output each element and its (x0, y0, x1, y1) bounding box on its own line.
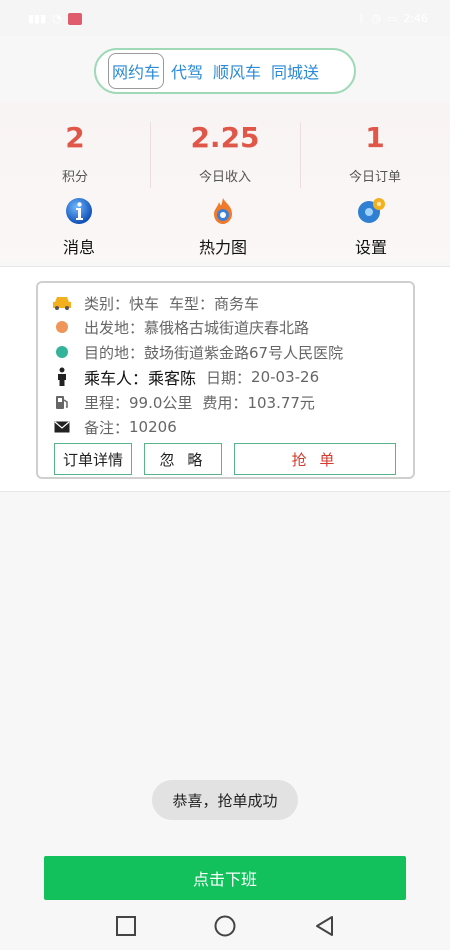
service-type-switcher: 网约车 代驾 顺风车 同城送 (94, 48, 356, 94)
stat-income: 2.25 今日收入 (150, 116, 300, 185)
back-icon[interactable] (313, 914, 337, 938)
order-category-row: 类别： 快车 车型： 商务车 (52, 291, 259, 315)
stat-income-value: 2.25 (190, 121, 260, 154)
bluetooth-icon: ᛒ (358, 12, 366, 25)
note-value: 10206 (129, 418, 177, 436)
stat-points-label: 积分 (61, 170, 88, 185)
car-type-label: 车型： (169, 294, 215, 313)
date-label: 日期： (206, 368, 252, 387)
category-label: 类别： (84, 294, 130, 313)
success-toast: 恭喜，抢单成功 (152, 780, 298, 820)
order-passenger-row: 乘车人： 乘客陈 日期： 20-03-26 (52, 365, 319, 389)
car-type-value: 商务车 (214, 294, 260, 313)
heatmap-label: 热力图 (198, 238, 247, 257)
tab-same-city-delivery[interactable]: 同城送 (268, 55, 322, 87)
settings-icon (358, 198, 385, 223)
destination-label: 目的地： (84, 343, 145, 362)
order-list: 类别： 快车 车型： 商务车 出发地： 慕俄格古城街道庆春北路 目的地： 鼓场街… (0, 266, 450, 492)
heatmap-button[interactable]: 热力图 (148, 196, 298, 258)
off-duty-button[interactable]: 点击下班 (44, 856, 406, 900)
stat-orders: 1 今日订单 (300, 116, 450, 185)
departure-value: 慕俄格古城街道庆春北路 (144, 318, 310, 337)
note-label: 备注： (84, 418, 130, 437)
recent-apps-icon[interactable] (114, 914, 138, 938)
person-icon (52, 367, 72, 387)
stat-orders-label: 今日订单 (348, 170, 401, 185)
battery-icon: ▭ (386, 12, 398, 25)
messages-button[interactable]: 消息 (4, 196, 154, 258)
stats-panel: 2 积分 2.25 今日收入 1 今日订单 消息 热力图 设置 (0, 102, 450, 262)
destination-value: 鼓场街道紫金路67号人民医院 (144, 343, 344, 362)
app-notification-icon (67, 12, 82, 25)
order-departure-row: 出发地： 慕俄格古城街道庆春北路 (52, 315, 309, 339)
info-icon (66, 198, 92, 224)
stat-points-value: 2 (65, 121, 85, 154)
stat-points: 2 积分 (0, 116, 150, 185)
passenger-value: 乘客陈 (148, 369, 197, 388)
flame-icon (214, 198, 232, 224)
date-value: 20-03-26 (251, 368, 320, 386)
status-right: ᛒ ◷ ▭ 2:46 (359, 12, 428, 25)
wifi-icon: ◔ (52, 12, 62, 25)
settings-label: 设置 (354, 238, 387, 257)
settings-button[interactable]: 设置 (296, 196, 446, 258)
header: 网约车 代驾 顺风车 同城送 (0, 36, 450, 102)
category-value: 快车 (129, 294, 160, 313)
tab-designated-driver[interactable]: 代驾 (168, 55, 206, 87)
order-destination-row: 目的地： 鼓场街道紫金路67号人民医院 (52, 340, 343, 364)
stat-orders-value: 1 (365, 121, 385, 154)
fee-value: 103.77元 (247, 393, 315, 412)
order-mileage-row: 里程： 99.0公里 费用： 103.77元 (52, 390, 315, 414)
status-bar: ▮▮▮ ◔ ᛒ ◷ ▭ 2:46 (0, 0, 450, 36)
grab-order-button[interactable]: 抢 单 (234, 443, 396, 475)
alarm-icon: ◷ (371, 12, 381, 25)
clock-text: 2:46 (403, 12, 428, 25)
tab-carpool[interactable]: 顺风车 (210, 55, 264, 87)
ignore-button[interactable]: 忽 略 (144, 443, 222, 475)
order-note-row: 备注： 10206 (52, 415, 177, 439)
taxi-icon (52, 293, 72, 313)
tab-ride-hailing[interactable]: 网约车 (108, 53, 165, 89)
departure-label: 出发地： (84, 318, 145, 337)
messages-label: 消息 (62, 238, 95, 257)
home-icon[interactable] (213, 914, 237, 938)
stat-income-label: 今日收入 (198, 170, 251, 185)
order-details-button[interactable]: 订单详情 (54, 443, 132, 475)
envelope-icon (52, 417, 72, 437)
mileage-value: 99.0公里 (129, 393, 193, 412)
passenger-label: 乘车人： (84, 369, 149, 388)
destination-dot-icon (52, 342, 72, 362)
fee-label: 费用： (202, 393, 248, 412)
signal-icon: ▮▮▮ (28, 12, 47, 25)
departure-dot-icon (52, 317, 72, 337)
status-left: ▮▮▮ ◔ (28, 12, 82, 25)
fuel-icon (52, 392, 72, 412)
order-card: 类别： 快车 车型： 商务车 出发地： 慕俄格古城街道庆春北路 目的地： 鼓场街… (36, 281, 415, 479)
system-nav-bar (0, 902, 450, 950)
mileage-label: 里程： (84, 393, 130, 412)
